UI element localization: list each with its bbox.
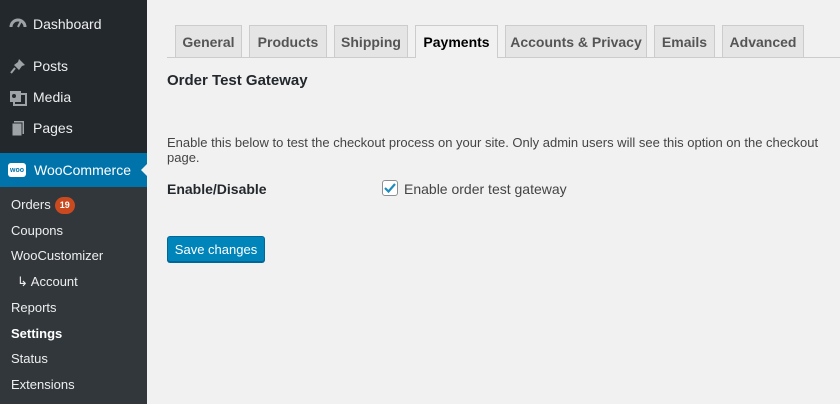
menu-label: WooCommerce	[34, 162, 131, 178]
menu-item-media[interactable]: Media	[0, 81, 147, 113]
pages-icon	[8, 118, 28, 138]
submenu-item-reports[interactable]: Reports	[11, 298, 57, 318]
submenu-item-account[interactable]: ↳ Account	[17, 272, 78, 292]
save-changes-button[interactable]: Save changes	[167, 236, 265, 262]
submenu-item-status[interactable]: Status	[11, 349, 48, 369]
pin-icon	[8, 56, 28, 76]
menu-item-pages[interactable]: Pages	[0, 112, 147, 144]
submenu-item-settings[interactable]: Settings	[11, 324, 62, 344]
enable-gateway-checkbox[interactable]	[382, 180, 398, 196]
menu-label: Posts	[33, 58, 69, 74]
tab-accounts-privacy[interactable]: Accounts & Privacy	[505, 25, 647, 57]
menu-label: Pages	[33, 120, 73, 136]
tab-advanced[interactable]: Advanced	[722, 25, 804, 57]
section-title: Order Test Gateway	[167, 72, 308, 89]
tab-shipping[interactable]: Shipping	[334, 25, 408, 57]
section-description: Enable this below to test the checkout p…	[167, 135, 819, 165]
orders-count-badge: 19	[54, 197, 75, 215]
submenu-label: Orders	[11, 197, 51, 212]
checkmark-icon	[384, 183, 396, 194]
submenu-item-woocustomizer[interactable]: WooCustomizer	[11, 246, 103, 266]
menu-label: Media	[33, 89, 72, 105]
submenu-item-extensions[interactable]: Extensions	[11, 375, 75, 395]
dashboard-icon	[8, 14, 28, 34]
menu-item-posts[interactable]: Posts	[0, 50, 147, 82]
current-menu-arrow	[141, 163, 148, 177]
tab-products[interactable]: Products	[249, 25, 327, 57]
submenu-item-orders[interactable]: Orders 19	[11, 195, 75, 215]
media-icon	[8, 87, 28, 107]
submenu-item-coupons[interactable]: Coupons	[11, 221, 63, 241]
woocommerce-submenu: Orders 19 Coupons WooCustomizer ↳ Account…	[0, 187, 147, 404]
enable-gateway-checkbox-label[interactable]: Enable order test gateway	[404, 181, 567, 197]
tab-emails[interactable]: Emails	[654, 25, 715, 57]
enable-disable-label: Enable/Disable	[167, 181, 267, 197]
tab-payments[interactable]: Payments	[415, 25, 498, 58]
admin-sidebar: Dashboard Posts Media Pages woo WooComme…	[0, 0, 147, 404]
tabs-divider	[167, 57, 840, 58]
woo-logo-icon: woo	[8, 163, 26, 177]
menu-label: Dashboard	[33, 16, 102, 32]
menu-item-woocommerce[interactable]: woo WooCommerce	[0, 153, 147, 187]
tab-general[interactable]: General	[175, 25, 242, 57]
menu-item-dashboard[interactable]: Dashboard	[0, 8, 147, 40]
